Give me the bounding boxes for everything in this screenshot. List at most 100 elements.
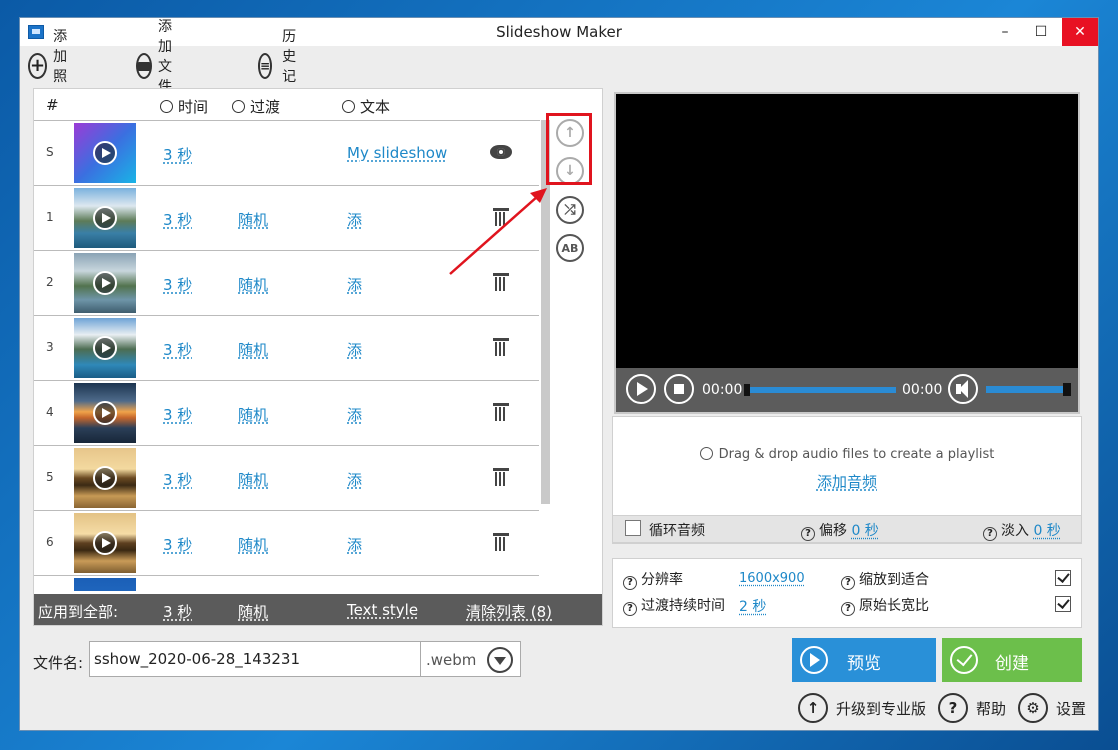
slide-thumbnail[interactable] <box>74 188 136 248</box>
filename-label: 文件名: <box>33 654 84 672</box>
help-icon[interactable]: ? <box>983 527 997 541</box>
chevron-down-icon[interactable] <box>487 647 513 673</box>
upgrade-button[interactable]: ↑ 升级到专业版 <box>798 692 926 724</box>
help-icon[interactable]: ? <box>623 602 637 616</box>
audio-hint-text: Drag & drop audio files to create a play… <box>718 447 995 462</box>
play-icon[interactable] <box>93 531 117 555</box>
row-text-link[interactable]: 添 <box>347 209 362 230</box>
apply-all-bar: 应用到全部: 3 秒 随机 Text style 清除列表 (8) <box>34 594 602 625</box>
header-text[interactable]: 文本 <box>342 96 390 117</box>
row-text-link[interactable]: 添 <box>347 339 362 360</box>
seek-handle[interactable] <box>744 384 750 396</box>
slide-row-partial[interactable] <box>34 576 539 591</box>
row-transition-link[interactable]: 随机 <box>238 274 268 295</box>
slide-thumbnail[interactable] <box>74 383 136 443</box>
settings-button[interactable]: ⚙ 设置 <box>1018 692 1086 724</box>
play-icon[interactable] <box>93 466 117 490</box>
sort-ab-icon[interactable]: AB <box>556 234 584 262</box>
row-duration-link[interactable]: 3 秒 <box>163 144 192 165</box>
help-icon[interactable]: ? <box>801 527 815 541</box>
slide-row[interactable]: 5 3 秒 随机 添 <box>34 446 539 511</box>
trash-icon[interactable] <box>493 468 509 486</box>
trash-icon[interactable] <box>493 338 509 356</box>
text-style-link[interactable]: Text style <box>347 601 418 619</box>
scale-checkbox[interactable] <box>1055 570 1071 586</box>
header-time[interactable]: 时间 <box>160 96 208 117</box>
trash-icon[interactable] <box>493 208 509 226</box>
slide-thumbnail[interactable] <box>74 318 136 378</box>
play-icon[interactable] <box>93 141 117 165</box>
fadein-value-link[interactable]: 0 秒 <box>1033 523 1060 539</box>
slide-thumbnail[interactable] <box>74 253 136 313</box>
volume-handle[interactable] <box>1063 383 1071 396</box>
apply-all-transition-link[interactable]: 随机 <box>238 601 268 622</box>
add-photos-button[interactable]: + 添加照片 <box>28 29 74 105</box>
play-icon[interactable] <box>93 206 117 230</box>
resolution-value-link[interactable]: 1600x900 <box>739 571 805 586</box>
row-transition-link[interactable]: 随机 <box>238 339 268 360</box>
seek-bar[interactable] <box>744 384 896 396</box>
help-icon[interactable]: ? <box>841 602 855 616</box>
minimize-button[interactable]: – <box>988 18 1022 46</box>
row-text-link[interactable]: My slideshow <box>347 144 447 162</box>
play-icon[interactable] <box>93 401 117 425</box>
row-transition-link[interactable]: 随机 <box>238 469 268 490</box>
transition-duration-link[interactable]: 2 秒 <box>739 596 766 616</box>
slide-thumbnail[interactable] <box>74 123 136 183</box>
row-duration-link[interactable]: 3 秒 <box>163 534 192 555</box>
shuffle-icon[interactable]: ⤮ <box>556 196 584 224</box>
preview-screen <box>616 94 1078 368</box>
trash-icon[interactable] <box>493 273 509 291</box>
row-transition-link[interactable]: 随机 <box>238 404 268 425</box>
row-duration-link[interactable]: 3 秒 <box>163 209 192 230</box>
row-duration-link[interactable]: 3 秒 <box>163 404 192 425</box>
slide-thumbnail[interactable] <box>74 578 136 591</box>
maximize-button[interactable]: ☐ <box>1024 18 1058 46</box>
add-audio-link[interactable]: 添加音频 <box>613 471 1081 492</box>
loop-audio-checkbox[interactable] <box>625 520 641 536</box>
slide-row[interactable]: 6 3 秒 随机 添 <box>34 511 539 576</box>
play-button[interactable] <box>626 374 656 404</box>
row-text-link[interactable]: 添 <box>347 274 362 295</box>
volume-button[interactable] <box>948 374 978 404</box>
stop-button[interactable] <box>664 374 694 404</box>
header-time-label: 时间 <box>178 98 209 116</box>
row-text-link[interactable]: 添 <box>347 469 362 490</box>
filename-input[interactable] <box>89 641 421 677</box>
help-icon[interactable]: ? <box>841 576 855 590</box>
row-duration-link[interactable]: 3 秒 <box>163 339 192 360</box>
help-button[interactable]: ? 帮助 <box>938 692 1006 724</box>
format-select[interactable]: .webm <box>421 641 521 677</box>
create-button[interactable]: 创建 <box>942 638 1082 682</box>
add-folder-button[interactable]: 添加文件夹 <box>136 19 182 115</box>
header-transition[interactable]: 过渡 <box>232 96 280 117</box>
preview-button[interactable]: 预览 <box>792 638 936 682</box>
aspect-checkbox[interactable] <box>1055 596 1071 612</box>
row-text-link[interactable]: 添 <box>347 534 362 555</box>
slide-row[interactable]: 4 3 秒 随机 添 <box>34 381 539 446</box>
slide-row[interactable]: 1 3 秒 随机 添 <box>34 186 539 251</box>
player-controls: 00:00 00:00 <box>616 368 1078 412</box>
offset-value-link[interactable]: 0 秒 <box>851 523 878 539</box>
row-duration-link[interactable]: 3 秒 <box>163 274 192 295</box>
row-duration-link[interactable]: 3 秒 <box>163 469 192 490</box>
row-transition-link[interactable]: 随机 <box>238 534 268 555</box>
row-text-link[interactable]: 添 <box>347 404 362 425</box>
row-transition-link[interactable]: 随机 <box>238 209 268 230</box>
trash-icon[interactable] <box>493 403 509 421</box>
eye-icon[interactable] <box>490 145 512 159</box>
slide-thumbnail[interactable] <box>74 513 136 573</box>
play-icon[interactable] <box>93 271 117 295</box>
slide-row[interactable]: 2 3 秒 随机 添 <box>34 251 539 316</box>
slide-thumbnail[interactable] <box>74 448 136 508</box>
trash-icon[interactable] <box>493 533 509 551</box>
slide-row-start[interactable]: S 3 秒 My slideshow <box>34 121 539 186</box>
slide-row[interactable]: 3 3 秒 随机 添 <box>34 316 539 381</box>
help-icon[interactable]: ? <box>623 576 637 590</box>
clear-list-link[interactable]: 清除列表 (8) <box>466 601 552 622</box>
history-button[interactable]: ≡ 历史记录 <box>258 29 308 105</box>
close-button[interactable]: ✕ <box>1062 18 1098 46</box>
volume-slider[interactable] <box>986 383 1071 396</box>
play-icon[interactable] <box>93 336 117 360</box>
apply-all-duration-link[interactable]: 3 秒 <box>163 601 192 622</box>
